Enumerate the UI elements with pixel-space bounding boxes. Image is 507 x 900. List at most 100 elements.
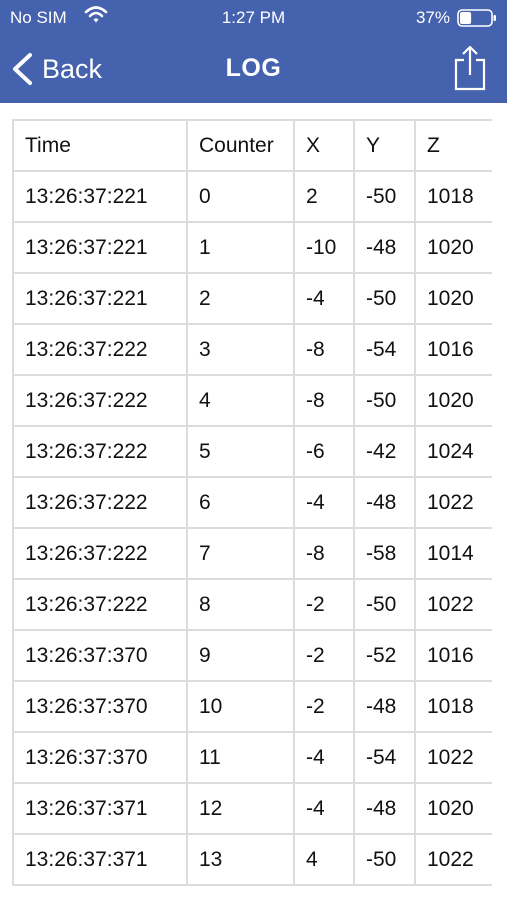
y-cell: -50: [353, 170, 416, 223]
table-header-row: Time Counter X Y Z: [12, 119, 492, 172]
top-bar: No SIM 1:27 PM 37% Back LOG: [0, 0, 507, 103]
z-cell: 1020: [414, 221, 492, 274]
time-cell: 13:26:37:222: [12, 476, 188, 529]
x-cell: -2: [293, 680, 355, 733]
table-row: 13:26:37:370 10 -2 -48 1018: [12, 680, 492, 733]
z-cell: 1022: [414, 731, 492, 784]
y-cell: -48: [353, 782, 416, 835]
x-cell: -4: [293, 272, 355, 325]
z-cell: 1018: [414, 680, 492, 733]
y-cell: -50: [353, 272, 416, 325]
navigation-bar: Back LOG: [0, 36, 507, 103]
time-cell: 13:26:37:370: [12, 680, 188, 733]
column-header-x: X: [293, 119, 355, 172]
log-table: Time Counter X Y Z 13:26:37:221 0 2 -50 1018…: [12, 119, 492, 886]
x-cell: 4: [293, 833, 355, 886]
x-cell: -8: [293, 323, 355, 376]
column-header-z: Z: [414, 119, 492, 172]
z-cell: 1020: [414, 272, 492, 325]
time-cell: 13:26:37:370: [12, 629, 188, 682]
z-cell: 1016: [414, 323, 492, 376]
x-cell: -2: [293, 578, 355, 631]
x-cell: -6: [293, 425, 355, 478]
table-body: 13:26:37:221 0 2 -50 1018 13:26:37:221 1 -10 -48…: [12, 170, 492, 886]
table-row: 13:26:37:222 8 -2 -50 1022: [12, 578, 492, 631]
y-cell: -50: [353, 833, 416, 886]
table-row: 13:26:37:370 11 -4 -54 1022: [12, 731, 492, 784]
counter-cell: 5: [186, 425, 295, 478]
counter-cell: 13: [186, 833, 295, 886]
x-cell: -4: [293, 476, 355, 529]
table-row: 13:26:37:222 4 -8 -50 1020: [12, 374, 492, 427]
time-cell: 13:26:37:221: [12, 272, 188, 325]
counter-cell: 12: [186, 782, 295, 835]
time-cell: 13:26:37:222: [12, 578, 188, 631]
chevron-left-icon: [13, 53, 32, 85]
x-cell: -10: [293, 221, 355, 274]
x-cell: -4: [293, 731, 355, 784]
table-row: 13:26:37:222 6 -4 -48 1022: [12, 476, 492, 529]
y-cell: -42: [353, 425, 416, 478]
counter-cell: 2: [186, 272, 295, 325]
counter-cell: 6: [186, 476, 295, 529]
table-row: 13:26:37:222 7 -8 -58 1014: [12, 527, 492, 580]
x-cell: -8: [293, 527, 355, 580]
z-cell: 1024: [414, 425, 492, 478]
column-header-y: Y: [353, 119, 416, 172]
y-cell: -52: [353, 629, 416, 682]
z-cell: 1020: [414, 782, 492, 835]
counter-cell: 7: [186, 527, 295, 580]
counter-cell: 8: [186, 578, 295, 631]
y-cell: -54: [353, 323, 416, 376]
table-row: 13:26:37:371 12 -4 -48 1020: [12, 782, 492, 835]
time-cell: 13:26:37:221: [12, 221, 188, 274]
time-cell: 13:26:37:371: [12, 782, 188, 835]
time-cell: 13:26:37:370: [12, 731, 188, 784]
status-bar: No SIM 1:27 PM 37%: [0, 0, 507, 36]
y-cell: -58: [353, 527, 416, 580]
counter-cell: 4: [186, 374, 295, 427]
counter-cell: 9: [186, 629, 295, 682]
z-cell: 1022: [414, 578, 492, 631]
y-cell: -48: [353, 221, 416, 274]
table-row: 13:26:37:221 0 2 -50 1018: [12, 170, 492, 223]
time-cell: 13:26:37:222: [12, 374, 188, 427]
column-header-time: Time: [12, 119, 188, 172]
table-row: 13:26:37:370 9 -2 -52 1016: [12, 629, 492, 682]
back-button[interactable]: Back: [10, 47, 102, 91]
x-cell: 2: [293, 170, 355, 223]
counter-cell: 11: [186, 731, 295, 784]
time-cell: 13:26:37:221: [12, 170, 188, 223]
counter-cell: 10: [186, 680, 295, 733]
x-cell: -2: [293, 629, 355, 682]
back-label: Back: [42, 53, 103, 84]
y-cell: -48: [353, 476, 416, 529]
column-header-counter: Counter: [186, 119, 295, 172]
z-cell: 1020: [414, 374, 492, 427]
z-cell: 1014: [414, 527, 492, 580]
time-cell: 13:26:37:222: [12, 323, 188, 376]
time-cell: 13:26:37:371: [12, 833, 188, 886]
time-cell: 13:26:37:222: [12, 425, 188, 478]
counter-cell: 3: [186, 323, 295, 376]
x-cell: -8: [293, 374, 355, 427]
log-table-container[interactable]: Time Counter X Y Z 13:26:37:221 0 2 -50 1018…: [12, 119, 492, 900]
battery-icon: [457, 9, 496, 27]
y-cell: -48: [353, 680, 416, 733]
y-cell: -50: [353, 374, 416, 427]
table-row: 13:26:37:222 3 -8 -54 1016: [12, 323, 492, 376]
time-cell: 13:26:37:222: [12, 527, 188, 580]
table-row: 13:26:37:222 5 -6 -42 1024: [12, 425, 492, 478]
y-cell: -54: [353, 731, 416, 784]
z-cell: 1022: [414, 833, 492, 886]
y-cell: -50: [353, 578, 416, 631]
table-row: 13:26:37:221 2 -4 -50 1020: [12, 272, 492, 325]
z-cell: 1022: [414, 476, 492, 529]
x-cell: -4: [293, 782, 355, 835]
counter-cell: 1: [186, 221, 295, 274]
z-cell: 1016: [414, 629, 492, 682]
battery-percent: 37%: [415, 8, 450, 27]
table-row: 13:26:37:371 13 4 -50 1022: [12, 833, 492, 886]
counter-cell: 0: [186, 170, 295, 223]
share-icon[interactable]: [453, 45, 487, 91]
